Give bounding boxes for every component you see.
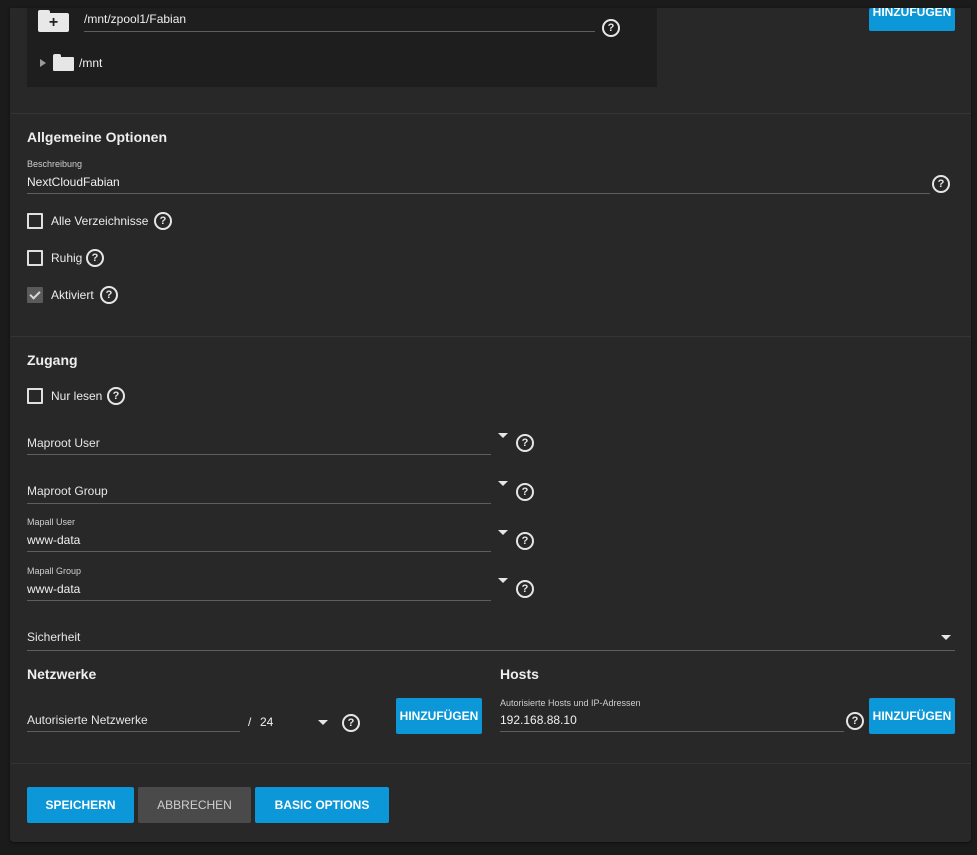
- mapall-user-dropdown-icon[interactable]: [498, 530, 508, 535]
- hosts-help-icon[interactable]: ?: [846, 712, 864, 730]
- enabled-checkbox[interactable]: [27, 287, 43, 303]
- quiet-checkbox[interactable]: [27, 250, 43, 266]
- section-divider: [11, 763, 971, 764]
- hosts-label: Autorisierte Hosts und IP-Adressen: [500, 698, 641, 708]
- maproot-group-dropdown-icon[interactable]: [498, 481, 508, 486]
- maproot-user-help-icon[interactable]: ?: [516, 434, 534, 452]
- quiet-label: Ruhig: [51, 251, 83, 265]
- expand-arrow-icon[interactable]: [40, 59, 46, 67]
- mapall-group-select[interactable]: www-data: [27, 582, 80, 596]
- security-dropdown-icon[interactable]: [941, 635, 951, 640]
- save-button[interactable]: SPEICHERN: [27, 787, 134, 823]
- readonly-label: Nur lesen: [51, 389, 103, 403]
- mapall-user-select[interactable]: www-data: [27, 533, 80, 547]
- path-add-button[interactable]: HINZUFÜGEN: [869, 8, 955, 31]
- netmask-dropdown-icon[interactable]: [318, 720, 328, 725]
- add-folder-icon[interactable]: +: [38, 10, 69, 32]
- networks-input[interactable]: Autorisierte Netzwerke: [27, 713, 148, 727]
- hosts-underline: [500, 731, 844, 732]
- path-input-underline: [84, 31, 595, 32]
- hosts-title: Hosts: [500, 666, 539, 682]
- folder-icon: [53, 54, 74, 71]
- readonly-help-icon[interactable]: ?: [107, 387, 125, 405]
- enabled-help-icon[interactable]: ?: [100, 286, 118, 304]
- maproot-group-help-icon[interactable]: ?: [516, 483, 534, 501]
- access-title: Zugang: [27, 352, 78, 368]
- security-select[interactable]: Sicherheit: [27, 630, 80, 644]
- mapall-group-help-icon[interactable]: ?: [516, 580, 534, 598]
- description-input[interactable]: NextCloudFabian: [27, 175, 120, 189]
- maproot-user-select[interactable]: Maproot User: [27, 436, 100, 450]
- mapall-user-underline: [27, 551, 491, 552]
- hosts-input[interactable]: 192.168.88.10: [500, 713, 577, 727]
- quiet-help-icon[interactable]: ?: [86, 249, 104, 267]
- all-dirs-checkbox[interactable]: [27, 213, 43, 229]
- check-icon: [29, 288, 41, 300]
- readonly-checkbox[interactable]: [27, 388, 43, 404]
- description-help-icon[interactable]: ?: [932, 175, 950, 193]
- mapall-group-label: Mapall Group: [27, 566, 82, 576]
- networks-help-icon[interactable]: ?: [342, 714, 360, 732]
- mapall-user-label: Mapall User: [27, 517, 76, 527]
- section-divider: [11, 113, 971, 114]
- description-underline: [27, 193, 930, 194]
- networks-title: Netzwerke: [27, 666, 97, 682]
- basic-options-button[interactable]: BASIC OPTIONS: [255, 787, 389, 823]
- path-input[interactable]: /mnt/zpool1/Fabian: [84, 12, 186, 26]
- cancel-button[interactable]: ABBRECHEN: [138, 787, 251, 823]
- tree-node-mnt[interactable]: /mnt: [79, 56, 102, 70]
- path-help-icon[interactable]: ?: [602, 19, 620, 37]
- mapall-group-dropdown-icon[interactable]: [498, 578, 508, 583]
- all-dirs-help-icon[interactable]: ?: [154, 212, 172, 230]
- networks-add-button[interactable]: HINZUFÜGEN: [396, 698, 482, 734]
- networks-underline: [27, 731, 240, 732]
- general-options-title: Allgemeine Optionen: [27, 129, 168, 145]
- maproot-group-select[interactable]: Maproot Group: [27, 484, 108, 498]
- security-underline: [27, 650, 955, 651]
- maproot-group-underline: [27, 503, 491, 504]
- mapall-group-underline: [27, 600, 491, 601]
- description-label: Beschreibung: [27, 159, 83, 169]
- mapall-user-help-icon[interactable]: ?: [516, 532, 534, 550]
- hosts-add-button[interactable]: HINZUFÜGEN: [869, 698, 955, 734]
- enabled-label: Aktiviert: [51, 288, 94, 302]
- netmask-slash: /: [248, 715, 252, 729]
- all-dirs-label: Alle Verzeichnisse: [51, 214, 149, 228]
- section-divider: [11, 336, 971, 337]
- maproot-user-underline: [27, 454, 491, 455]
- netmask-select[interactable]: 24: [260, 715, 273, 729]
- maproot-user-dropdown-icon[interactable]: [498, 433, 508, 438]
